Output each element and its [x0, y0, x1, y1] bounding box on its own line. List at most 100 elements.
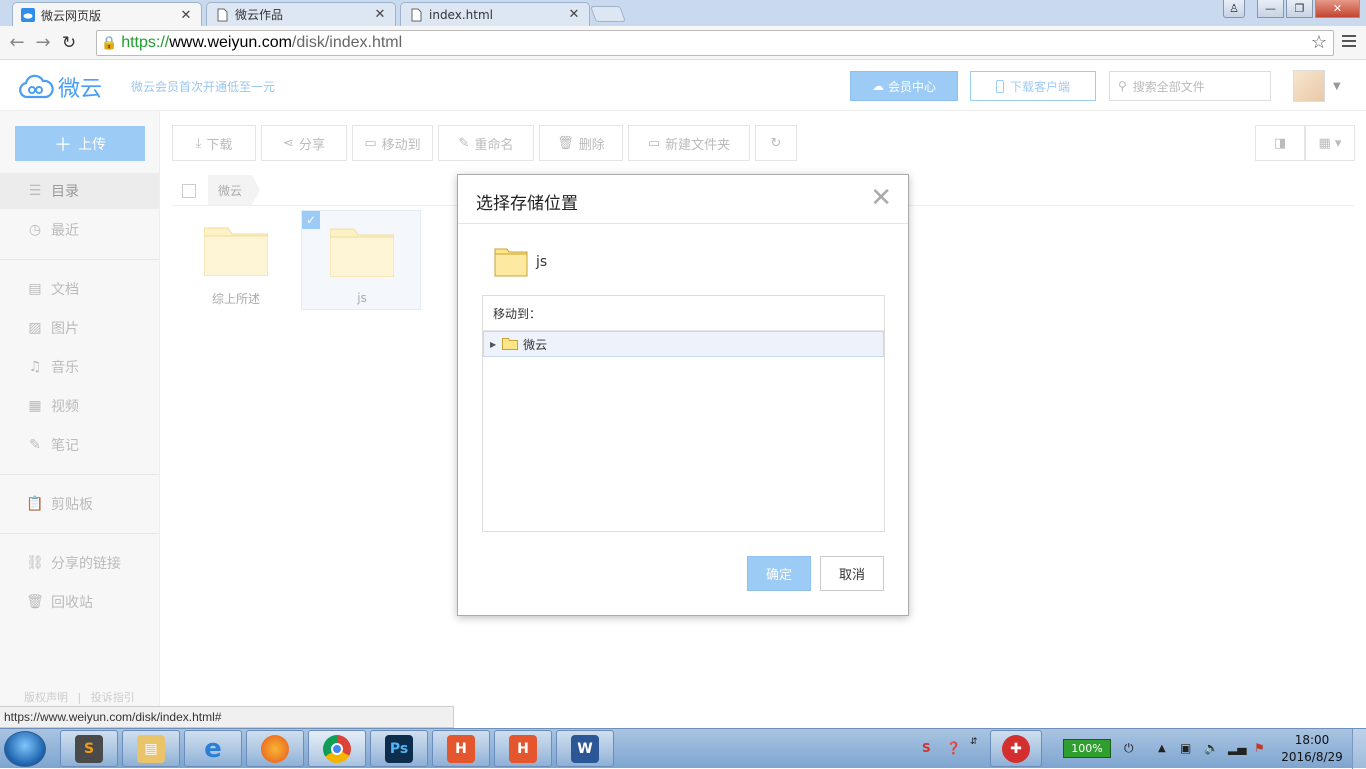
folder-icon [502, 338, 519, 350]
battery-indicator[interactable]: 100% [1063, 739, 1111, 758]
download-client-button[interactable]: 下载客户端 [970, 71, 1096, 101]
copyright-link[interactable]: 版权声明 [24, 691, 68, 704]
tab-weiyun-web[interactable]: 微云网页版 ✕ [12, 2, 202, 27]
bookmark-star-icon[interactable]: ☆ [1311, 32, 1327, 53]
folder-icon [330, 228, 394, 277]
url-field[interactable]: 🔒 https://www.weiyun.com/disk/index.html… [96, 30, 1334, 56]
address-bar-row: ← → ↻ 🔒 https://www.weiyun.com/disk/inde… [0, 26, 1366, 60]
browser-tab-bar: 微云网页版 ✕ 微云作品 ✕ index.html ✕ ♙ — ❐ ✕ [0, 0, 1366, 27]
sidebar-item-label: 音乐 [51, 360, 79, 376]
vip-promo-link[interactable]: 微云会员首次开通低至一元 [131, 78, 275, 95]
taskbar-app-word[interactable]: W [556, 730, 614, 767]
clock-time: 18:00 [1294, 733, 1330, 747]
sidebar-item-directory[interactable]: ☰ 目录 [0, 173, 159, 209]
new-tab-button[interactable] [590, 6, 626, 22]
taskbar-app-hbuilder-2[interactable]: H [494, 730, 552, 767]
taskbar-app-sublime[interactable]: S [60, 730, 118, 767]
avatar[interactable] [1293, 70, 1325, 102]
refresh-button[interactable]: ↻ [755, 125, 797, 161]
browser-menu-icon[interactable] [1342, 35, 1356, 50]
folder-item[interactable]: 综上所述 [176, 210, 296, 310]
taskbar-app-firefox[interactable] [246, 730, 304, 767]
tab-close-icon[interactable]: ✕ [373, 7, 387, 22]
folder-item-selected[interactable]: ✓ js [301, 210, 421, 310]
sidebar-item-images[interactable]: ▨ 图片 [0, 310, 159, 346]
cancel-button[interactable]: 取消 [820, 556, 884, 591]
forward-icon[interactable]: → [30, 32, 56, 53]
search-input[interactable]: ⚲ 搜索全部文件 [1109, 71, 1271, 101]
tab-label: 微云网页版 [41, 8, 102, 23]
hbuilder-icon: H [509, 734, 537, 763]
sidebar-item-recent[interactable]: ◷ 最近 [0, 212, 159, 248]
show-desktop-button[interactable] [1352, 729, 1366, 769]
delete-button[interactable]: 🗑 删除 [539, 125, 623, 161]
move-to-button[interactable]: ▭ 移动到 [352, 125, 433, 161]
sidebar-item-notes[interactable]: ✎ 笔记 [0, 427, 159, 463]
check-icon[interactable]: ✓ [302, 211, 320, 229]
choose-location-dialog: 选择存储位置 ✕ js 移动到： ▶ 微云 确定 取消 [457, 174, 909, 616]
sogou-ime-icon[interactable]: S [922, 741, 931, 755]
taskbar-app-tray-tool[interactable]: ✚ [990, 730, 1042, 767]
action-center-icon[interactable]: ⚑ [1254, 741, 1265, 755]
sidebar-item-clipboard[interactable]: 📋 剪贴板 [0, 486, 159, 522]
photoshop-icon: Ps [385, 734, 413, 763]
minimize-button[interactable]: — [1257, 0, 1284, 18]
taskbar-app-photoshop[interactable]: Ps [370, 730, 428, 767]
taskbar-app-chrome[interactable] [308, 730, 366, 767]
close-icon[interactable]: ✕ [870, 185, 892, 211]
tray-app-icon[interactable]: ▣ [1180, 741, 1191, 755]
sidebar-item-video[interactable]: ▦ 视频 [0, 388, 159, 424]
taskbar-app-ie[interactable]: e [184, 730, 242, 767]
grid-view-button[interactable]: ▦ ▾ [1305, 125, 1355, 161]
upload-label: 上传 [78, 136, 106, 153]
detail-panel-button[interactable]: ◨ [1255, 125, 1305, 161]
sidebar-item-shared-links[interactable]: ⛓ 分享的链接 [0, 545, 159, 581]
sublime-icon: S [75, 734, 103, 763]
new-folder-button[interactable]: ▭ 新建文件夹 [628, 125, 750, 161]
share-button[interactable]: ⋖ 分享 [261, 125, 347, 161]
volume-icon[interactable]: 🔈 [1204, 741, 1219, 755]
download-button[interactable]: ⤓ 下载 [172, 125, 256, 161]
breadcrumb-root[interactable]: 微云 [208, 175, 261, 205]
delete-label: 删除 [578, 137, 605, 153]
sidebar-item-documents[interactable]: ▤ 文档 [0, 271, 159, 307]
confirm-button[interactable]: 确定 [747, 556, 811, 591]
sidebar-item-recycle-bin[interactable]: 🗑 回收站 [0, 584, 159, 620]
tab-close-icon[interactable]: ✕ [179, 8, 193, 23]
reload-icon[interactable]: ↻ [56, 33, 82, 53]
sidebar-item-label: 目录 [51, 184, 79, 200]
chrome-icon [323, 734, 351, 763]
tab-close-icon[interactable]: ✕ [567, 7, 581, 22]
back-icon[interactable]: ← [4, 32, 30, 53]
user-profile-icon[interactable]: ♙ [1223, 0, 1245, 18]
start-button[interactable] [4, 731, 46, 767]
chevron-down-icon[interactable]: ▼ [1333, 81, 1341, 92]
close-window-button[interactable]: ✕ [1315, 0, 1360, 18]
tree-node-root[interactable]: ▶ 微云 [483, 331, 884, 357]
rename-button[interactable]: ✎ 重命名 [438, 125, 534, 161]
share-icon: ⋖ [283, 135, 294, 151]
expand-arrow-icon[interactable]: ▶ [490, 340, 496, 349]
firefox-icon [261, 734, 289, 763]
taskbar-app-hbuilder[interactable]: H [432, 730, 490, 767]
system-clock[interactable]: 18:00 2016/8/29 [1276, 732, 1348, 766]
help-icon[interactable]: ❓ [946, 741, 961, 755]
vip-center-button[interactable]: ☁ 会员中心 [850, 71, 958, 101]
ime-options-icon[interactable]: ⇵ [970, 737, 978, 747]
network-icon[interactable]: ▂▄ [1228, 741, 1246, 755]
show-hidden-icons[interactable]: ▲ [1158, 743, 1166, 754]
taskbar-app-explorer[interactable]: ▤ [122, 730, 180, 767]
sidebar-item-music[interactable]: ♫ 音乐 [0, 349, 159, 385]
tab-weiyun-works[interactable]: 微云作品 ✕ [206, 2, 396, 26]
weiyun-logo[interactable]: 微云 [18, 71, 102, 103]
select-all-checkbox[interactable] [182, 184, 196, 198]
page-icon [215, 8, 229, 22]
power-plug-icon[interactable]: ⏻ [1124, 741, 1134, 756]
tab-label: index.html [429, 7, 493, 22]
upload-button[interactable]: ＋ 上传 [15, 126, 145, 161]
tab-index-html[interactable]: index.html ✕ [400, 2, 590, 26]
clock-date: 2016/8/29 [1281, 750, 1343, 764]
maximize-button[interactable]: ❐ [1286, 0, 1313, 18]
folder-name: js [357, 291, 367, 305]
complaint-link[interactable]: 投诉指引 [91, 691, 135, 704]
